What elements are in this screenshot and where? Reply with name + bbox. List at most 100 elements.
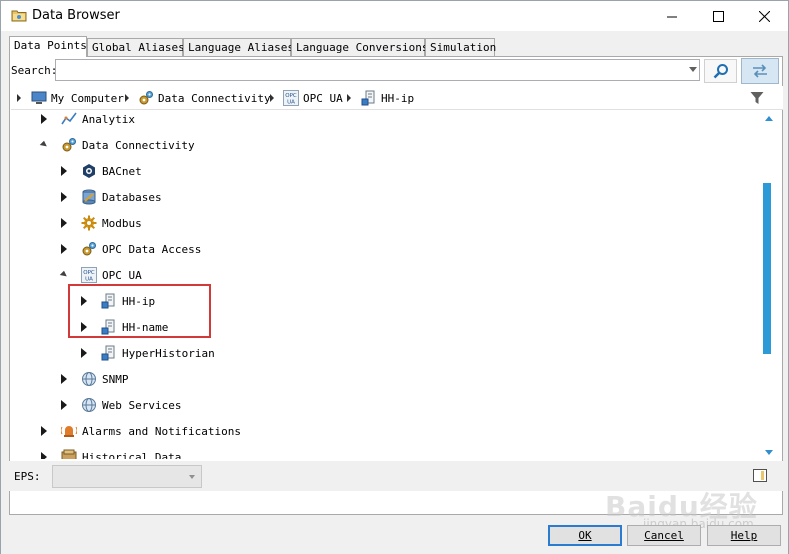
tree-node-label: Modbus: [102, 216, 142, 230]
triangle-right-icon: [41, 452, 47, 459]
tree-node[interactable]: HyperHistorian: [101, 343, 215, 363]
tree-expand-arrow-icon[interactable]: [39, 114, 49, 124]
tree-node[interactable]: Databases: [81, 187, 162, 207]
triangle-right-icon: [41, 426, 47, 436]
chevron-down-icon: [189, 475, 195, 479]
tab-language-conversions[interactable]: Language Conversions: [291, 38, 428, 56]
analytics-icon: [61, 111, 77, 127]
triangle-right-icon: [61, 400, 67, 410]
breadcrumb-opc-ua[interactable]: OPC UA OPC UA: [283, 89, 343, 107]
maximize-button[interactable]: [695, 1, 741, 31]
search-combobox[interactable]: [55, 59, 700, 81]
cancel-button[interactable]: Cancel: [627, 525, 701, 546]
tree-node-label: Databases: [102, 190, 162, 204]
breadcrumb-separator-icon[interactable]: [125, 94, 129, 102]
tree-scrollbar[interactable]: [761, 110, 775, 459]
svg-text:OPC: OPC: [83, 270, 95, 276]
tree-node[interactable]: OPC UA OPC UA: [81, 265, 142, 285]
close-icon: [758, 10, 770, 22]
tree-node[interactable]: Web Services: [81, 395, 181, 415]
tree-node-label: SNMP: [102, 372, 129, 386]
minimize-button[interactable]: [649, 1, 695, 31]
tree-node-label: OPC UA: [102, 268, 142, 282]
globe-icon: [81, 371, 97, 387]
close-button[interactable]: [741, 1, 787, 31]
help-button[interactable]: Help: [707, 525, 781, 546]
tree-node-label: Alarms and Notifications: [82, 424, 241, 438]
history-icon: [61, 449, 77, 459]
ok-button[interactable]: OK: [548, 525, 622, 546]
gears-icon: [138, 90, 154, 106]
search-dropdown-arrow-icon[interactable]: [689, 67, 697, 72]
breadcrumb-root-arrow-icon[interactable]: [17, 94, 21, 102]
tree-expand-arrow-icon[interactable]: [79, 348, 89, 358]
tree-expand-arrow-icon[interactable]: [59, 400, 69, 410]
tree-expand-arrow-icon[interactable]: [59, 244, 69, 254]
breadcrumb-label: HH-ip: [381, 91, 415, 105]
tree-node-label: Analytix: [82, 112, 135, 126]
tab-language-aliases[interactable]: Language Aliases: [183, 38, 294, 56]
tree-node-label: BACnet: [102, 164, 142, 178]
alarm-icon: [61, 423, 77, 439]
triangle-down-icon: [59, 270, 69, 280]
tree-node[interactable]: Alarms and Notifications: [61, 421, 241, 441]
tree-expand-arrow-icon[interactable]: [59, 166, 69, 176]
tree-expand-arrow-icon[interactable]: [39, 452, 49, 459]
window-title: Data Browser: [32, 8, 120, 23]
tab-global-aliases[interactable]: Global Aliases: [87, 38, 185, 56]
scroll-thumb[interactable]: [763, 183, 771, 354]
search-input[interactable]: [56, 60, 684, 80]
folder-browser-icon: [11, 10, 27, 22]
triangle-down-icon: [39, 140, 49, 150]
tab-data-points[interactable]: Data Points: [9, 36, 87, 57]
search-label: Search:: [11, 64, 58, 77]
modbus-icon: [81, 215, 97, 231]
triangle-right-icon: [61, 218, 67, 228]
breadcrumb-label: My Computer: [51, 91, 124, 105]
database-icon: [81, 189, 97, 205]
panel-toggle-icon[interactable]: [753, 469, 767, 482]
tree-collapse-arrow-icon[interactable]: [59, 270, 69, 280]
tree-expand-arrow-icon[interactable]: [59, 374, 69, 384]
tree-node[interactable]: Modbus: [81, 213, 142, 233]
triangle-right-icon: [61, 374, 67, 384]
tree-expand-arrow-icon[interactable]: [59, 192, 69, 202]
opc-ua-icon: OPC UA: [81, 267, 97, 283]
svg-text:UA: UA: [287, 100, 295, 106]
swap-arrows-icon: [753, 64, 767, 78]
tree-expand-arrow-icon[interactable]: [39, 426, 49, 436]
tree-node[interactable]: Data Connectivity: [61, 135, 195, 155]
tree-node-label: Data Connectivity: [82, 138, 195, 152]
breadcrumb-my-computer[interactable]: My Computer: [31, 89, 124, 107]
triangle-right-icon: [41, 114, 47, 124]
tree-node-label: HyperHistorian: [122, 346, 215, 360]
tree-node[interactable]: OPC Data Access: [81, 239, 201, 259]
bacnet-icon: [81, 163, 97, 179]
eps-label: EPS:: [14, 470, 41, 483]
scroll-down-arrow-icon[interactable]: [765, 450, 773, 455]
eps-select[interactable]: [52, 465, 202, 488]
breadcrumb-data-connectivity[interactable]: Data Connectivity: [138, 89, 271, 107]
triangle-right-icon: [81, 348, 87, 358]
tree-expand-arrow-icon[interactable]: [59, 218, 69, 228]
tree-node[interactable]: Historical Data: [61, 447, 181, 459]
breadcrumb-hh-ip[interactable]: HH-ip: [361, 89, 414, 107]
tree-collapse-arrow-icon[interactable]: [39, 140, 49, 150]
breadcrumb-separator-icon[interactable]: [347, 94, 351, 102]
search-button[interactable]: [704, 59, 737, 83]
opc-ua-icon: OPC UA: [283, 90, 299, 106]
globe-icon: [81, 397, 97, 413]
tree-node[interactable]: BACnet: [81, 161, 142, 181]
scroll-up-arrow-icon[interactable]: [765, 116, 773, 121]
tree-node[interactable]: Analytix: [61, 110, 135, 129]
swap-view-button[interactable]: [741, 58, 779, 84]
tab-simulation[interactable]: Simulation: [425, 38, 496, 56]
tree-node-label: Web Services: [102, 398, 182, 412]
breadcrumb-separator-icon[interactable]: [270, 94, 274, 102]
svg-text:OPC: OPC: [285, 93, 297, 99]
help-button-label: Help: [730, 529, 758, 542]
tree-node[interactable]: SNMP: [81, 369, 129, 389]
server-node-icon: [101, 345, 117, 361]
filter-button[interactable]: [747, 89, 767, 107]
filter-icon: [750, 92, 764, 104]
